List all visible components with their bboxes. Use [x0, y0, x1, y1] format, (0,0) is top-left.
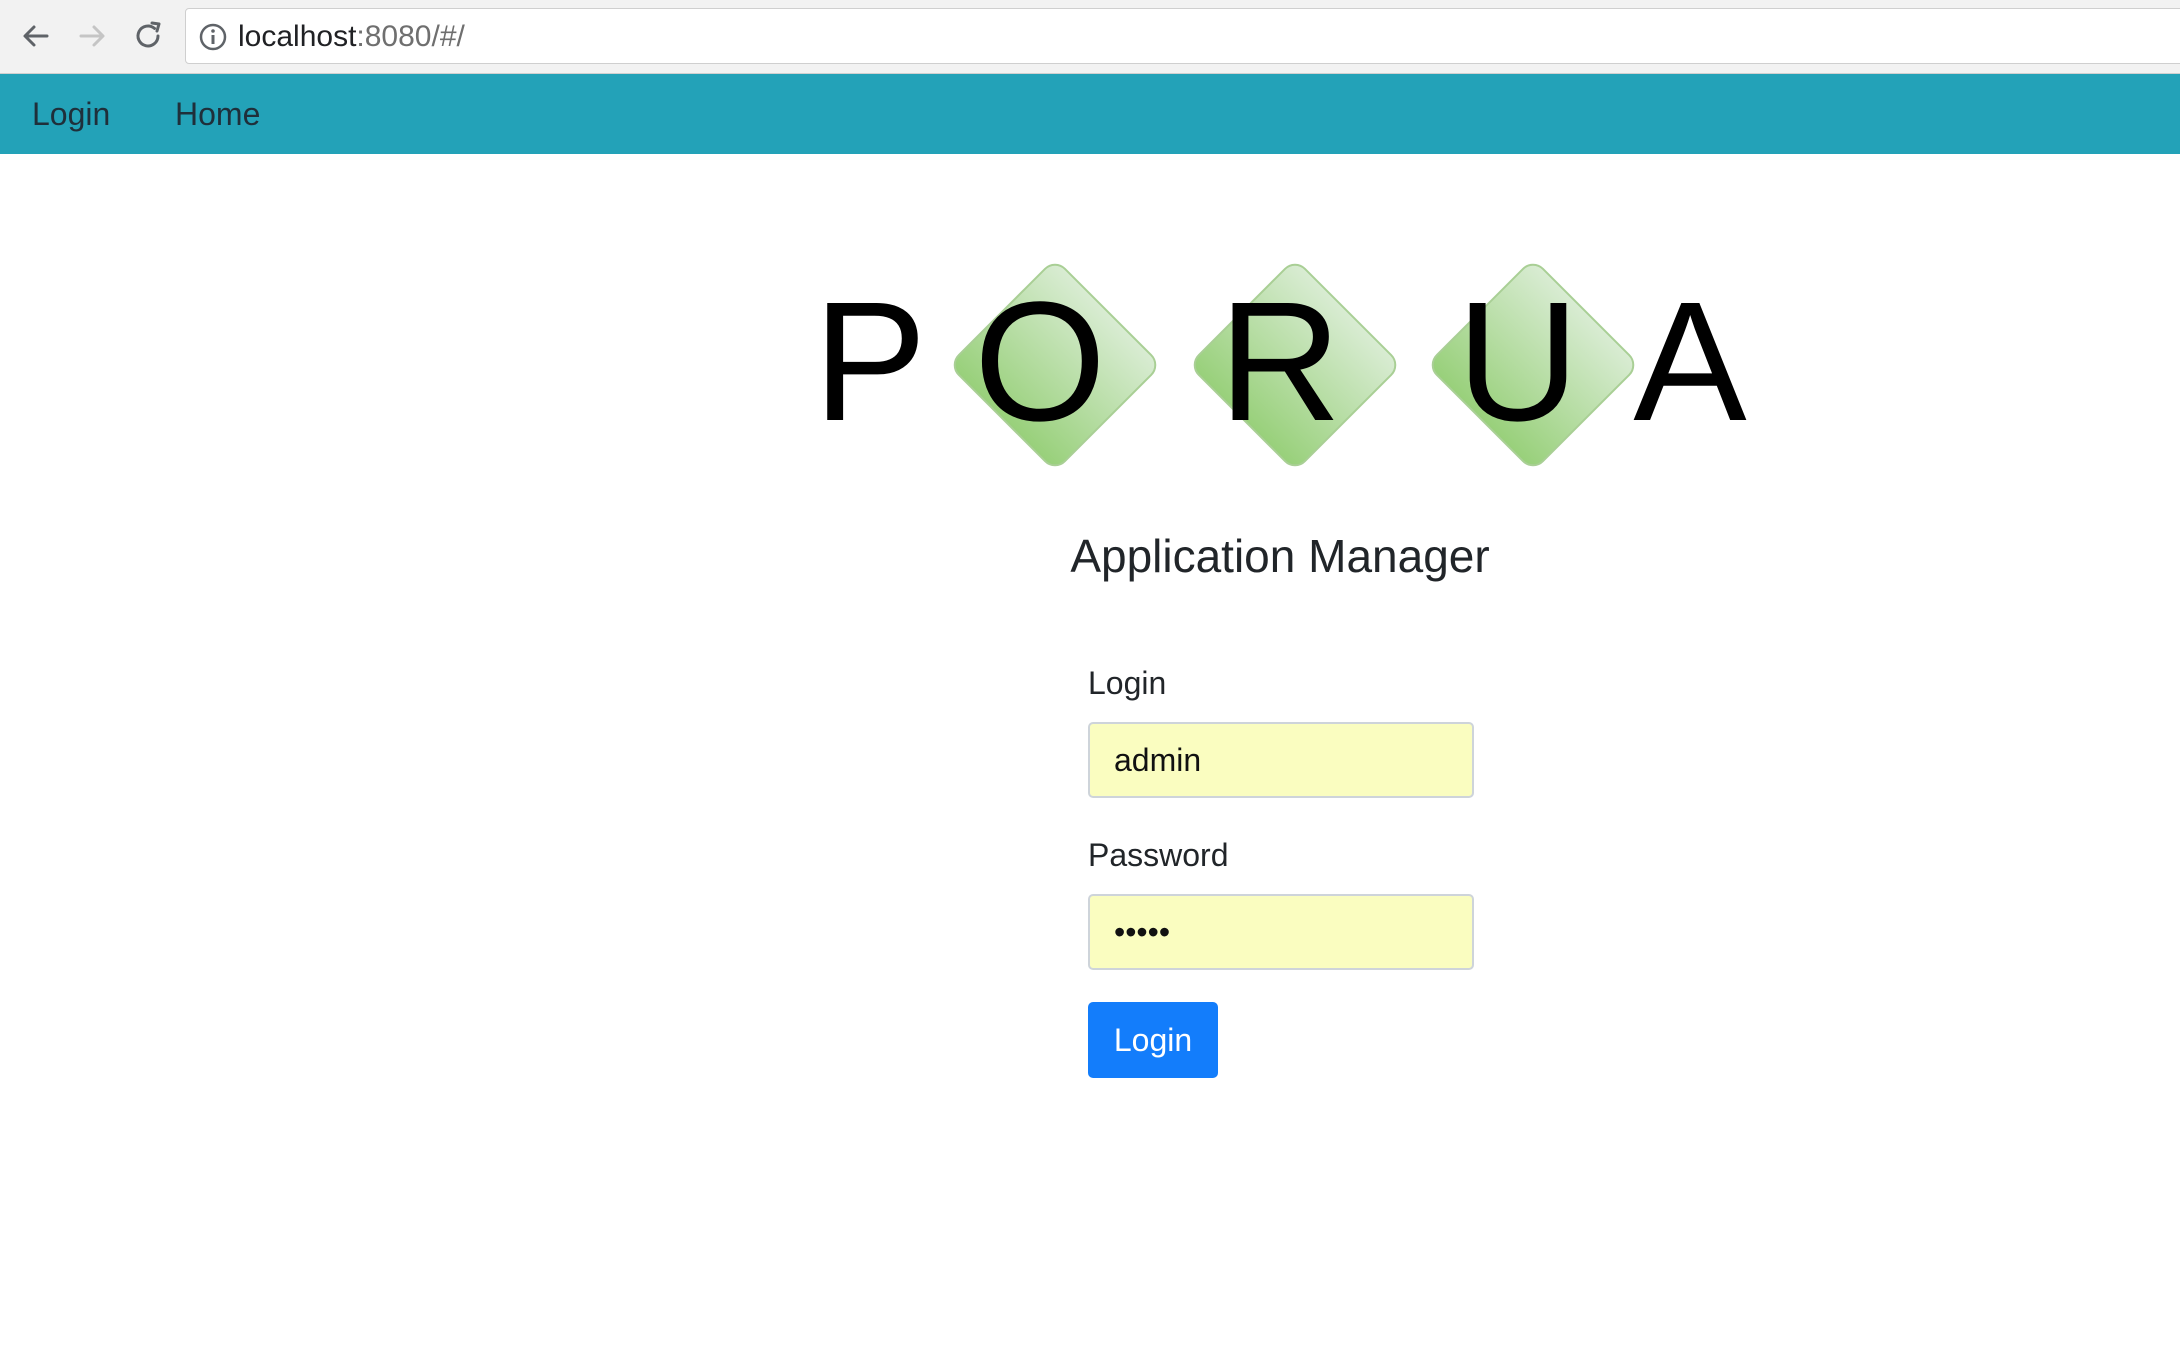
reload-icon	[136, 21, 161, 48]
browser-toolbar: localhost:8080/#/	[0, 0, 2180, 74]
page-title: Application Manager	[1070, 530, 1490, 582]
login-button[interactable]: Login	[1088, 1002, 1218, 1078]
logo-letter: R	[1219, 267, 1342, 457]
password-label: Password	[1088, 837, 1229, 873]
app-navbar: Login Home	[0, 74, 2180, 154]
url-path: :8080/#/	[356, 20, 465, 53]
login-label: Login	[1088, 665, 1167, 701]
url-text[interactable]: localhost:8080/#/	[238, 20, 465, 54]
nav-link-login[interactable]: Login	[32, 96, 110, 132]
logo-letter: A	[1633, 267, 1747, 457]
arrow-right-icon	[79, 25, 105, 47]
login-input[interactable]	[1088, 722, 1474, 798]
forward-button[interactable]	[68, 12, 116, 60]
password-input[interactable]	[1088, 894, 1474, 970]
back-button[interactable]	[12, 12, 60, 60]
info-icon[interactable]	[196, 20, 230, 54]
reload-button[interactable]	[124, 12, 172, 60]
logo-letter: O	[974, 267, 1106, 457]
logo-letter: P	[813, 267, 926, 457]
nav-link-home[interactable]: Home	[175, 96, 260, 132]
arrow-left-icon	[23, 25, 49, 47]
porua-logo: P O R U A	[813, 263, 1747, 467]
url-host: localhost	[238, 20, 357, 53]
logo-letter: U	[1457, 267, 1580, 457]
address-bar[interactable]: localhost:8080/#/	[185, 8, 2180, 64]
